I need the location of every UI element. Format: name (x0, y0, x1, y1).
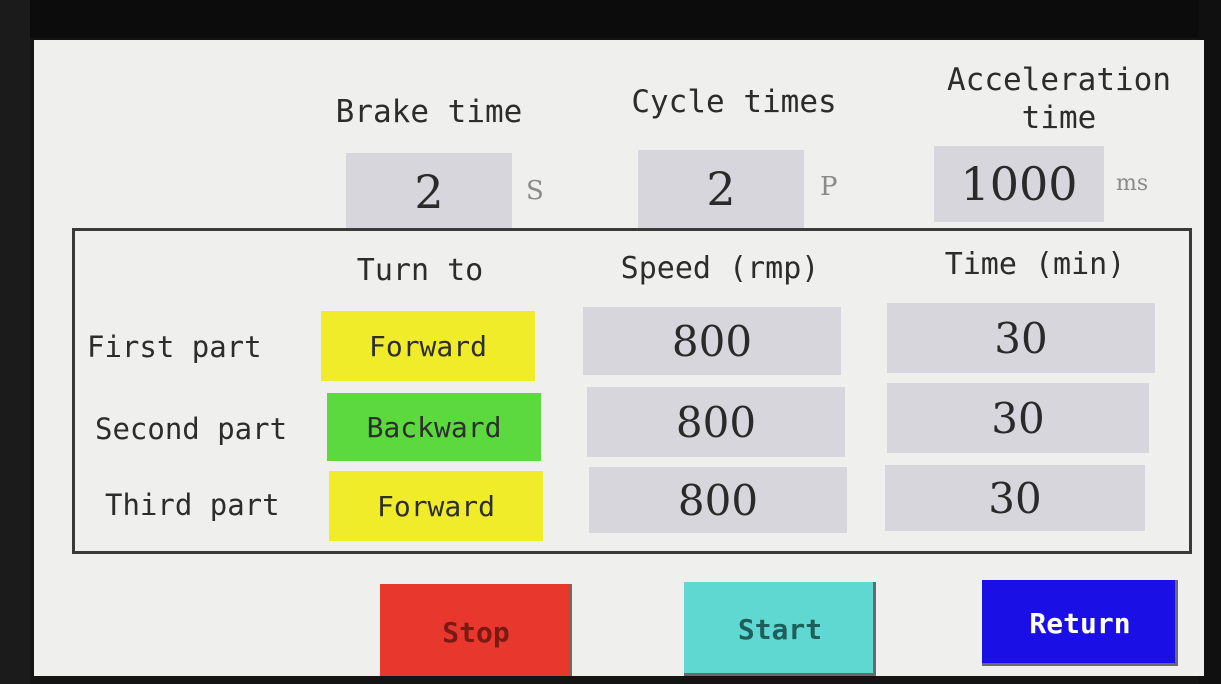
second-part-speed-field[interactable]: 800 (587, 387, 845, 457)
speed-header: Speed (rmp) (620, 251, 820, 286)
acceleration-time-label-line1: Acceleration (947, 62, 1171, 98)
acceleration-time-label-line2: time (1021, 100, 1097, 136)
row-label-first-part: First part (87, 330, 262, 364)
acceleration-time-field[interactable]: 1000 (934, 146, 1104, 222)
first-part-speed-field[interactable]: 800 (583, 307, 841, 375)
turn-to-header: Turn to (356, 253, 484, 288)
second-part-time-field[interactable]: 30 (887, 383, 1149, 453)
third-part-time-field[interactable]: 30 (885, 465, 1145, 531)
third-part-speed-field[interactable]: 800 (589, 467, 847, 533)
screen-bezel-top (0, 0, 1221, 38)
screen-bezel-left (0, 0, 30, 684)
first-part-time-field[interactable]: 30 (887, 303, 1155, 373)
brake-time-field[interactable]: 2 (346, 153, 512, 231)
stop-button[interactable]: Stop (380, 584, 572, 676)
brake-time-label: Brake time (335, 94, 523, 130)
row-label-second-part: Second part (95, 412, 288, 446)
return-button[interactable]: Return (982, 580, 1178, 666)
start-button[interactable]: Start (684, 582, 876, 676)
cycle-times-unit: P (820, 172, 838, 202)
time-header: Time (min) (944, 247, 1126, 282)
cycle-times-field[interactable]: 2 (638, 150, 804, 228)
brake-time-unit: S (526, 176, 544, 206)
second-part-direction-button[interactable]: Backward (327, 393, 541, 461)
cycle-times-label: Cycle times (631, 84, 837, 120)
acceleration-time-unit: ms (1116, 171, 1149, 196)
first-part-direction-button[interactable]: Forward (321, 311, 535, 381)
row-label-third-part: Third part (105, 488, 280, 522)
segment-table: Turn to Speed (rmp) Time (min) First par… (72, 228, 1192, 554)
hmi-screen: Brake time Cycle times Acceleration time… (34, 40, 1204, 676)
third-part-direction-button[interactable]: Forward (329, 471, 543, 541)
